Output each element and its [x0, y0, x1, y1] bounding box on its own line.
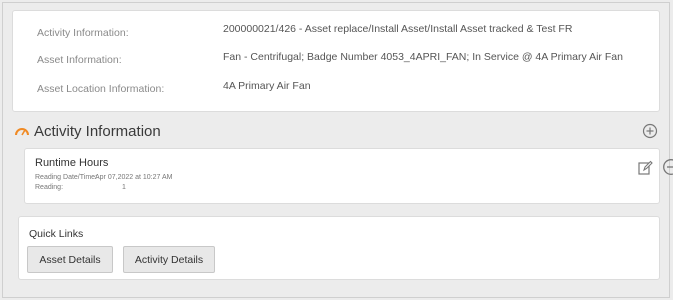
reading-label: Reading: [35, 184, 64, 191]
minus-circle-icon[interactable] [662, 158, 673, 176]
runtime-hours-card: Runtime Hours Reading Date/Time: Apr 07,… [24, 148, 673, 204]
section-title: Activity Information [34, 123, 161, 140]
reading-date-label: Reading Date/Time: [35, 174, 97, 181]
gauge-icon [15, 128, 29, 136]
reading-date-value: Apr 07,2022 at 10:27 AM [95, 174, 173, 181]
reading-value: 1 [122, 184, 126, 191]
activity-section-header: Activity Information [14, 122, 660, 142]
runtime-title: Runtime Hours [35, 157, 109, 169]
activity-info-label: Activity Information: [37, 27, 129, 39]
quick-links-title: Quick Links [29, 228, 84, 240]
activity-info-value: 200000021/426 - Asset replace/Install As… [223, 23, 573, 35]
asset-info-label: Asset Information: [37, 54, 122, 66]
asset-location-label: Asset Location Information: [37, 83, 165, 95]
edit-icon[interactable] [637, 160, 653, 176]
asset-info-card: Activity Information: 200000021/426 - As… [12, 10, 660, 112]
asset-details-button[interactable]: Asset Details [27, 246, 113, 273]
plus-circle-icon[interactable] [642, 123, 658, 139]
quick-links-card: Quick Links Asset Details Activity Detai… [18, 216, 660, 280]
asset-info-value: Fan - Centrifugal; Badge Number 4053_4AP… [223, 51, 623, 63]
activity-details-button[interactable]: Activity Details [123, 246, 215, 273]
asset-location-value: 4A Primary Air Fan [223, 80, 311, 92]
